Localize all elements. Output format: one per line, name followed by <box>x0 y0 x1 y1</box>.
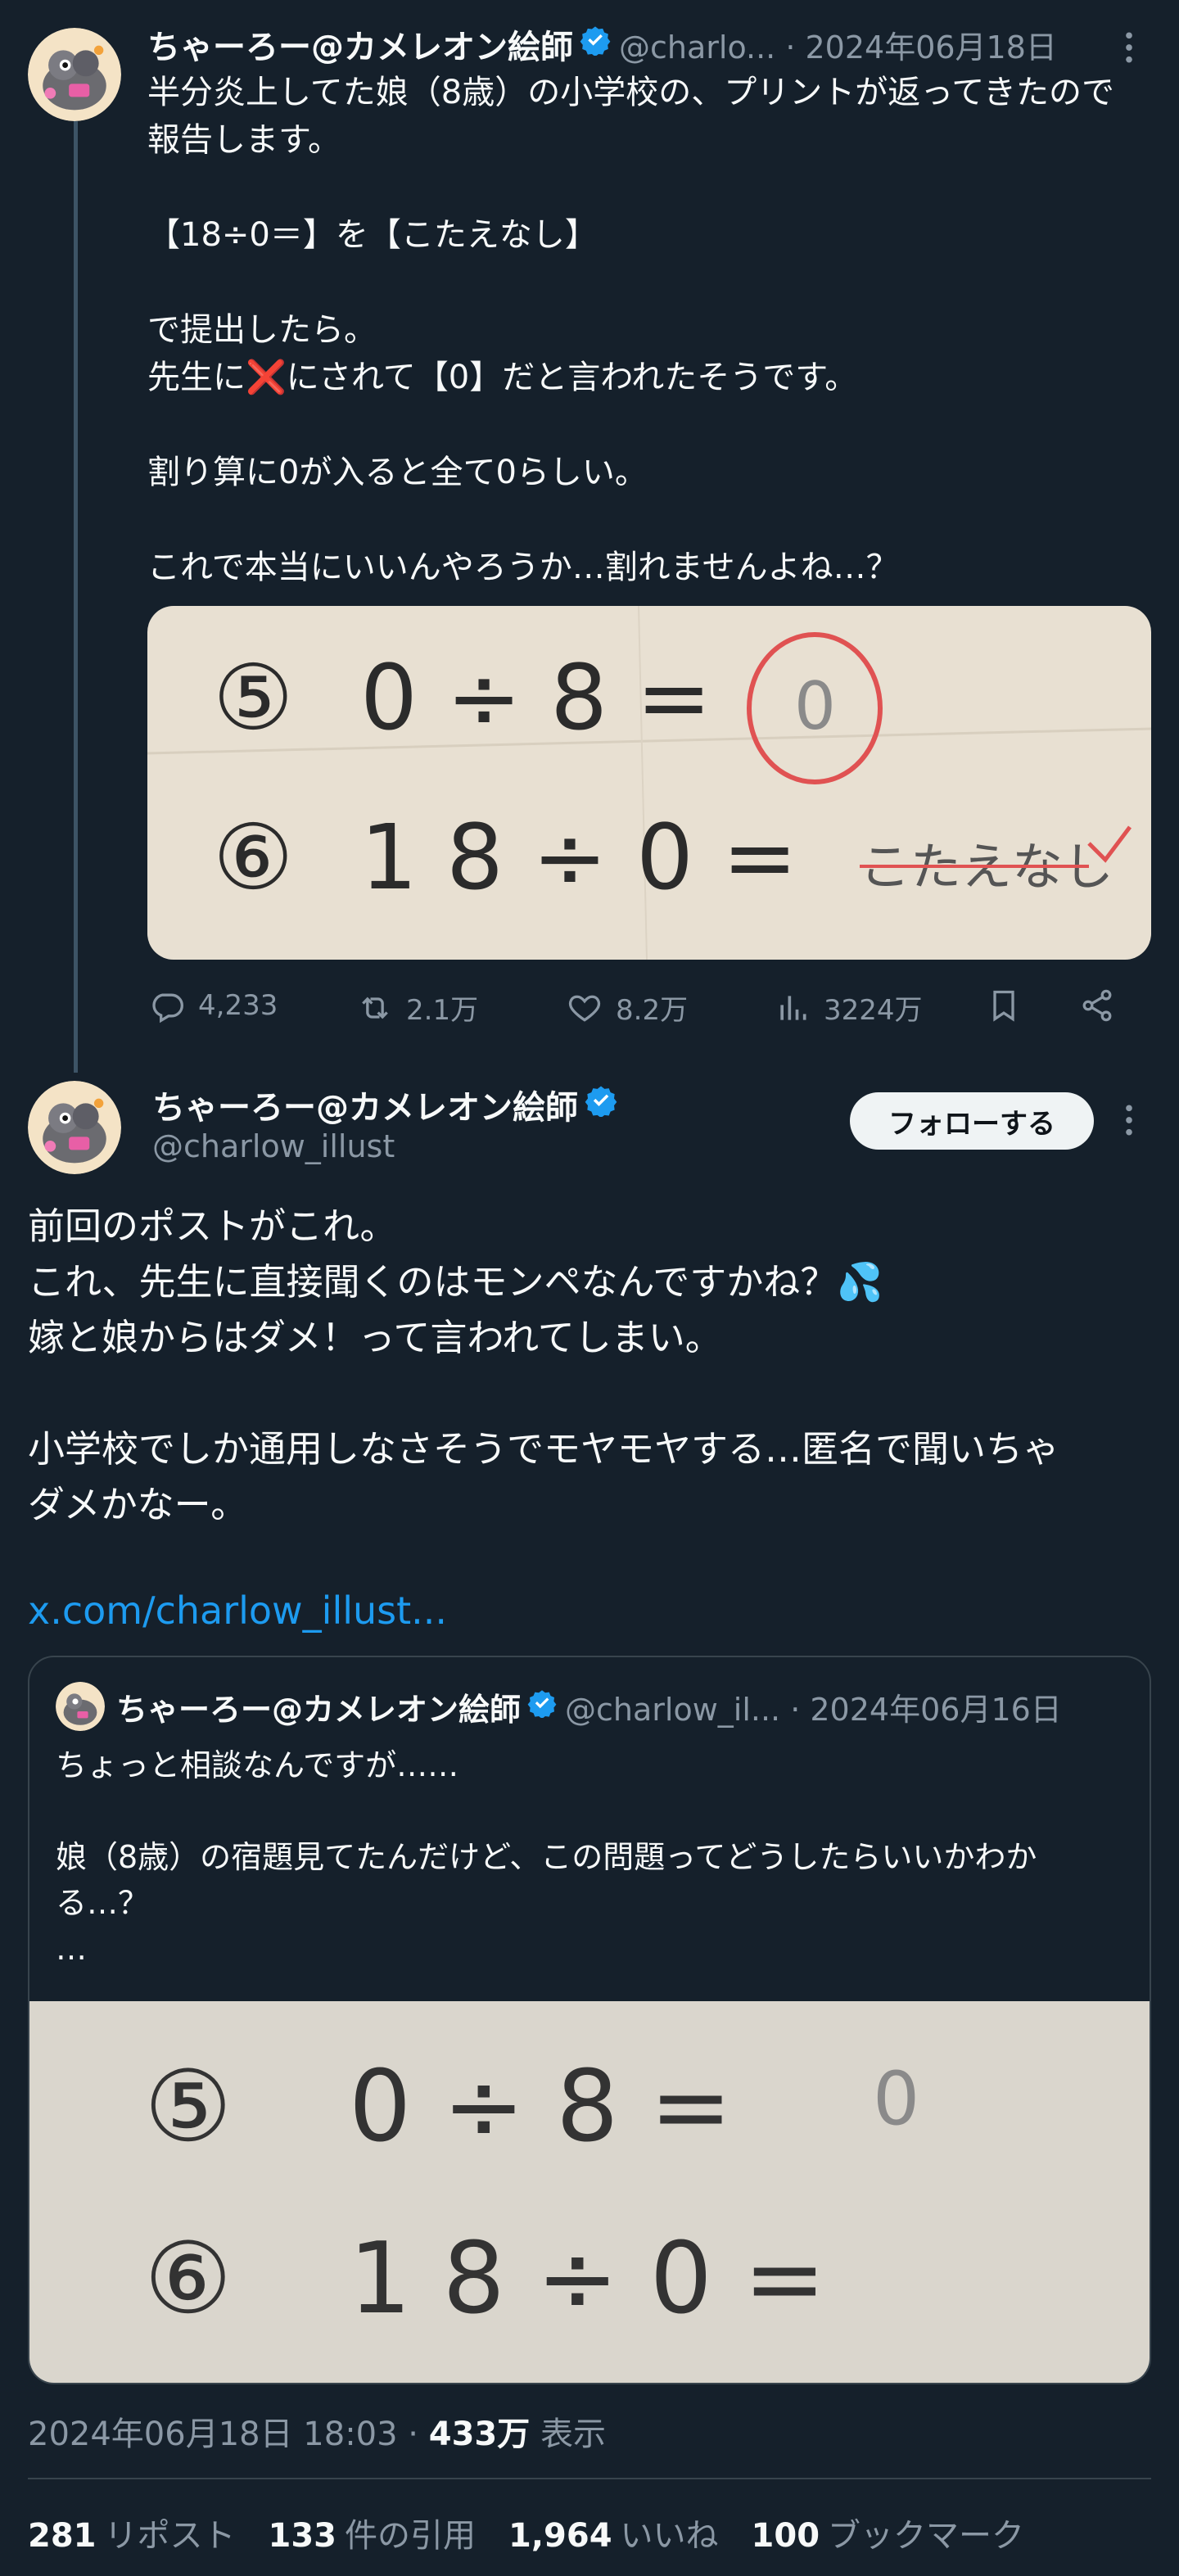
quote-header: ちゃーろー@カメレオン絵師 @charlow_il... · 2024年06月1… <box>116 1682 1062 1731</box>
avatar[interactable] <box>28 28 121 121</box>
quoted-tweet-card[interactable]: ちゃーろー@カメレオン絵師 @charlow_il... · 2024年06月1… <box>28 1656 1151 2384</box>
problem5-expression: 0 ÷ 8 = <box>360 645 711 750</box>
tweet2-text: 前回のポストがこれ。 これ、先生に直接聞くのはモンペなんですかね？💦 嫁と娘から… <box>28 1204 1060 1526</box>
retweet-icon <box>362 997 388 1019</box>
tweet1-text: 半分炎上してた娘（8歳）の小学校の、プリントが返ってきたので 報告します。 【1… <box>147 74 1115 586</box>
verified-badge-icon <box>580 25 611 64</box>
problem5-answer: 0 <box>873 2056 919 2142</box>
more-options-icon[interactable] <box>1117 1102 1141 1141</box>
quotes-label[interactable]: 件の引用 <box>345 2509 476 2556</box>
tweet-link[interactable]: x.com/charlow_illust... <box>28 1589 447 1633</box>
reply-button[interactable]: 4,233 <box>149 987 278 1024</box>
likes-count[interactable]: 1,964 <box>508 2517 612 2555</box>
views-button[interactable]: 3224万 <box>775 987 923 1028</box>
verified-badge-icon <box>527 1688 557 1725</box>
problem5-expression: 0 ÷ 8 = <box>349 2050 732 2164</box>
follow-button[interactable]: フォローする <box>850 1092 1094 1150</box>
handle[interactable]: @charlow_illust <box>152 1128 395 1164</box>
problem5-number: ⑤ <box>144 2050 233 2164</box>
tweet2-header: ちゃーろー@カメレオン絵師 <box>152 1081 617 1128</box>
problem6-expression: 1 8 ÷ 0 = <box>349 2222 826 2336</box>
bookmark-icon <box>993 990 1014 1022</box>
like-count: 8.2万 <box>616 994 689 1027</box>
like-button[interactable]: 8.2万 <box>567 987 688 1028</box>
divider <box>28 2478 1151 2479</box>
bookmarks-label[interactable]: ブックマーク <box>828 2509 1024 2556</box>
handle-and-date: @charlow_il... · 2024年06月16日 <box>565 1691 1062 1728</box>
display-name[interactable]: ちゃーろー@カメレオン絵師 <box>152 1081 578 1128</box>
reposts-count[interactable]: 281 <box>28 2517 97 2555</box>
views-count: 3224万 <box>824 994 923 1027</box>
analytics-icon <box>780 995 806 1020</box>
thread-line <box>74 121 78 1073</box>
reply-count: 4,233 <box>198 989 278 1022</box>
avatar[interactable] <box>28 1081 121 1174</box>
retweet-button[interactable]: 2.1万 <box>357 987 478 1028</box>
problem5-number: ⑤ <box>213 645 294 750</box>
reply-icon <box>152 993 183 1024</box>
problem6-expression: 1 8 ÷ 0 = <box>360 805 797 910</box>
handle-and-date: @charlo... · 2024年06月18日 <box>619 29 1057 66</box>
tweet1-photo[interactable]: ⑤ 0 ÷ 8 = 0 ⑥ 1 8 ÷ 0 = こたえなし <box>147 606 1151 960</box>
views-count: 433万 <box>428 2416 531 2453</box>
tweet-timestamp: 2024年06月18日 18:03 · 433万 表示 <box>28 2407 606 2455</box>
share-icon <box>1082 989 1112 1022</box>
problem6-number: ⑥ <box>144 2222 233 2336</box>
retweet-count: 2.1万 <box>406 994 479 1027</box>
display-name: ちゃーろー@カメレオン絵師 <box>116 1691 522 1728</box>
share-button[interactable] <box>1079 987 1128 1024</box>
problem6-number: ⑥ <box>213 805 294 910</box>
tweet1-header: ちゃーろー@カメレオン絵師 @charlo... · 2024年06月18日 <box>147 21 1057 67</box>
problem5-answer: 0 <box>794 668 836 744</box>
verified-badge-icon <box>585 1084 617 1125</box>
engagement-stats: 281 リポスト 133 件の引用 1,964 いいね 100 ブックマーク <box>28 2509 1057 2556</box>
bookmarks-count[interactable]: 100 <box>752 2517 820 2555</box>
bookmark-button[interactable] <box>986 987 1035 1024</box>
quote-photo[interactable]: ⑤ 0 ÷ 8 = 0 ⑥ 1 8 ÷ 0 = <box>29 2001 1150 2383</box>
reposts-label[interactable]: リポスト <box>105 2509 236 2556</box>
heart-icon <box>568 995 601 1022</box>
timestamp-text: 2024年06月18日 18:03 · <box>28 2416 429 2453</box>
display-name[interactable]: ちゃーろー@カメレオン絵師 <box>147 20 573 68</box>
more-options-icon[interactable] <box>1117 29 1141 69</box>
views-label: 表示 <box>530 2416 606 2453</box>
avatar <box>56 1682 105 1731</box>
likes-label[interactable]: いいね <box>621 2509 719 2556</box>
quote-text: ちょっと相談なんですが…… 娘（8歳）の宿題見てたんだけど、この問題ってどうした… <box>56 1747 1037 1967</box>
quotes-count[interactable]: 133 <box>269 2517 337 2555</box>
